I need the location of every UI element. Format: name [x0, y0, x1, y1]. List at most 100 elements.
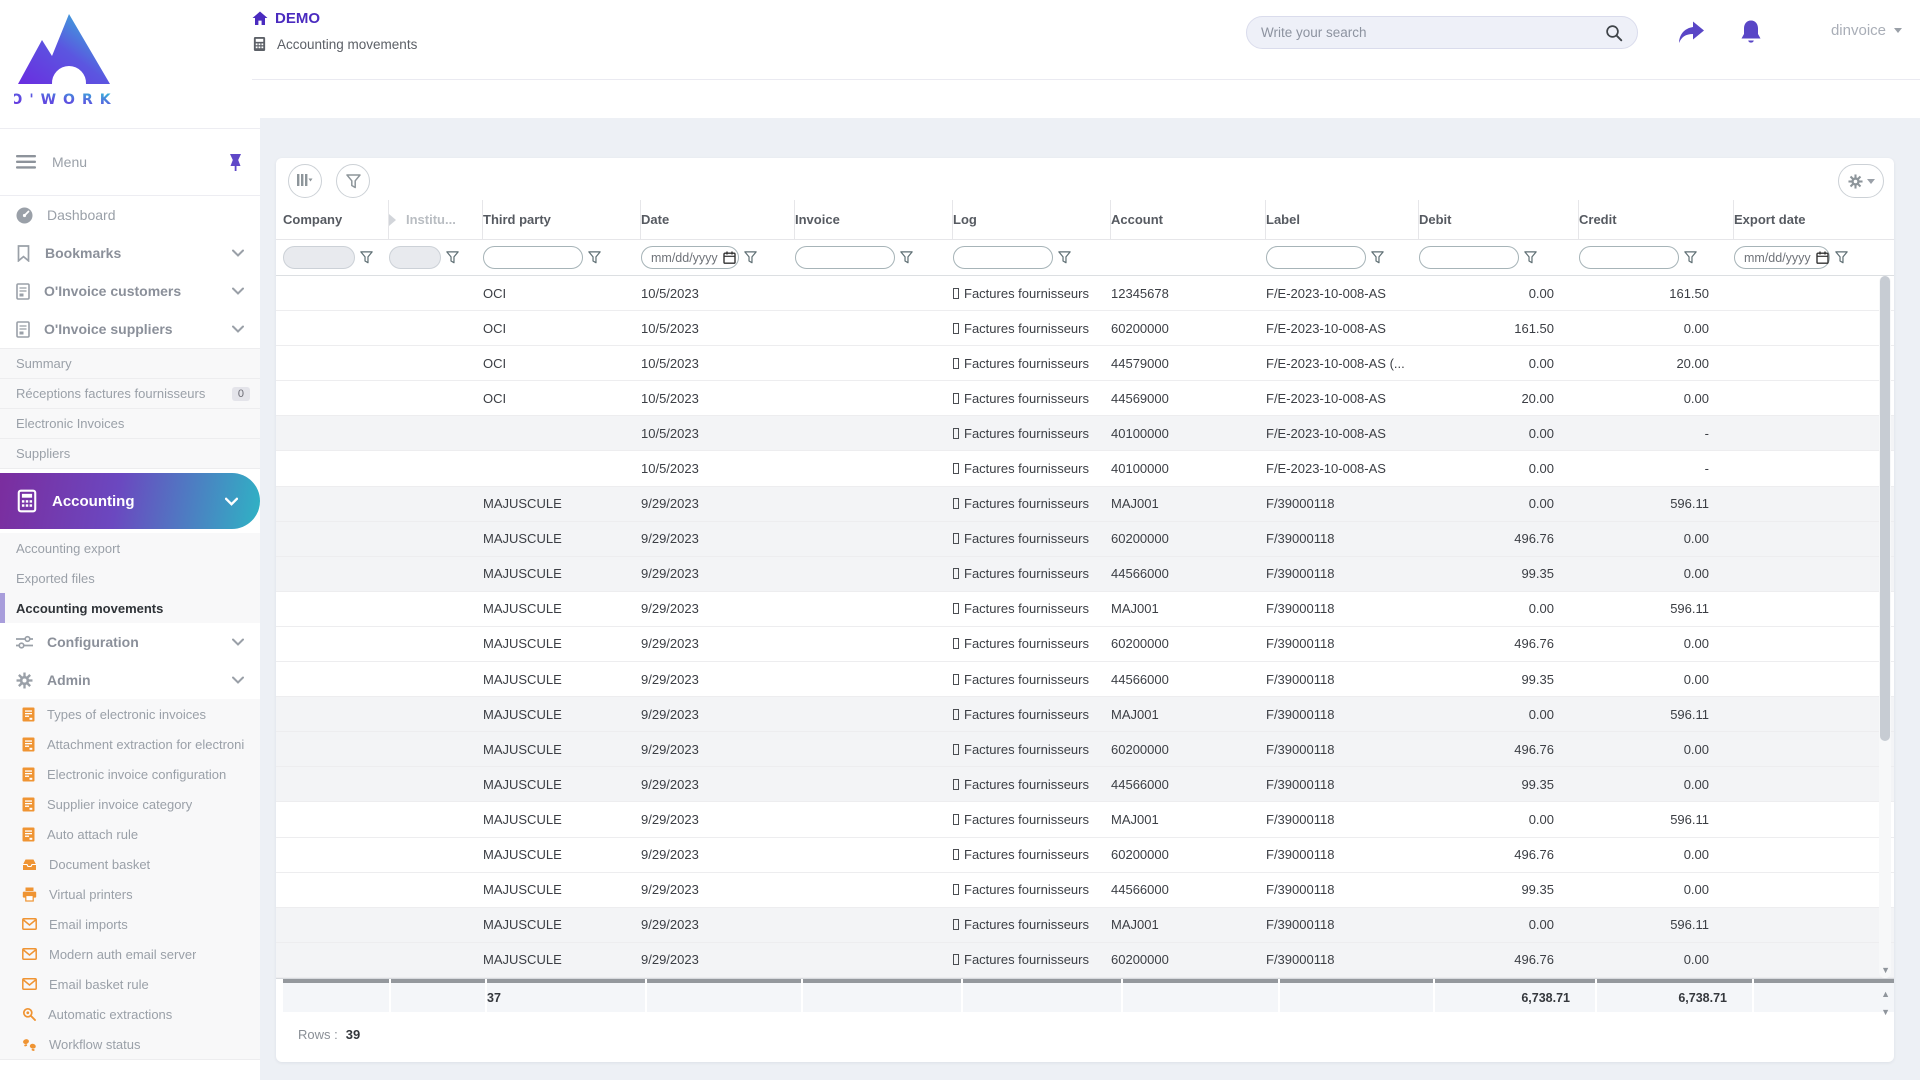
- sidebar-item-oinvoice-suppliers[interactable]: O'Invoice suppliers: [0, 310, 260, 348]
- sidebar-item-suppliers[interactable]: Suppliers: [0, 439, 260, 469]
- sidebar-item-einvoice-config[interactable]: Electronic invoice configuration: [0, 759, 260, 789]
- credit-filter-input[interactable]: [1579, 246, 1679, 269]
- table-row[interactable]: MAJUSCULE 9/29/2023 Factures fournisseurs 4…: [276, 662, 1894, 698]
- table-row[interactable]: MAJUSCULE 9/29/2023 Factures fournisseurs 6…: [276, 627, 1894, 663]
- column-header-invoice[interactable]: Invoice: [795, 200, 953, 239]
- scroll-down-icon[interactable]: ▼: [1881, 966, 1890, 975]
- share-icon[interactable]: [1676, 18, 1706, 48]
- sidebar-item-accounting[interactable]: Accounting: [0, 473, 260, 529]
- company-filter-input[interactable]: [283, 246, 355, 269]
- column-header-date[interactable]: Date: [641, 200, 795, 239]
- columns-button[interactable]: [288, 164, 322, 198]
- table-row[interactable]: MAJUSCULE 9/29/2023 Factures fournisseurs 6…: [276, 732, 1894, 768]
- sidebar-item-receptions[interactable]: Réceptions factures fournisseurs 0: [0, 379, 260, 409]
- user-menu[interactable]: dinvoice: [1831, 22, 1902, 39]
- calendar-icon[interactable]: [722, 251, 736, 264]
- funnel-icon[interactable]: [1371, 251, 1384, 264]
- filter-button[interactable]: [336, 164, 370, 198]
- pin-icon[interactable]: [227, 153, 244, 171]
- funnel-icon[interactable]: [588, 251, 601, 264]
- table-row[interactable]: MAJUSCULE 9/29/2023 Factures fournisseurs M…: [276, 907, 1894, 943]
- column-header-export-date[interactable]: Export date: [1734, 200, 1876, 239]
- scrollbar-thumb[interactable]: [1880, 276, 1890, 741]
- table-row[interactable]: MAJUSCULE 9/29/2023 Factures fournisseurs 4…: [276, 556, 1894, 592]
- table-row[interactable]: OCI 10/5/2023 Factures fournisseurs 1234567…: [276, 276, 1894, 312]
- table-row[interactable]: MAJUSCULE 9/29/2023 Factures fournisseurs M…: [276, 486, 1894, 522]
- funnel-icon[interactable]: [446, 251, 459, 264]
- table-settings-button[interactable]: [1838, 164, 1884, 198]
- vertical-scrollbar[interactable]: [1879, 276, 1891, 978]
- column-header-label[interactable]: Label: [1266, 200, 1419, 239]
- sidebar-item-types[interactable]: Types of electronic invoices: [0, 699, 260, 729]
- sidebar-item-exported-files[interactable]: Exported files: [0, 563, 260, 593]
- sidebar-item-email-imports[interactable]: Email imports: [0, 909, 260, 939]
- sidebar-item-document-basket[interactable]: Document basket: [0, 849, 260, 879]
- funnel-icon[interactable]: [1524, 251, 1537, 264]
- table-row[interactable]: MAJUSCULE 9/29/2023 Factures fournisseurs 4…: [276, 873, 1894, 908]
- table-row[interactable]: 10/5/2023 Factures fournisseurs 40100000 F/…: [276, 416, 1894, 452]
- chevron-down-icon: [232, 676, 244, 684]
- column-header-debit[interactable]: Debit: [1419, 200, 1579, 239]
- sidebar-item-email-basket[interactable]: Email basket rule: [0, 969, 260, 999]
- bell-icon[interactable]: [1736, 18, 1766, 48]
- expand-arrow-icon[interactable]: [389, 213, 396, 226]
- sidebar-item-admin[interactable]: Admin: [0, 661, 260, 699]
- sidebar-item-supplier-category[interactable]: Supplier invoice category: [0, 789, 260, 819]
- label-filter-input[interactable]: [1266, 246, 1366, 269]
- funnel-icon[interactable]: [1058, 251, 1071, 264]
- menu-toggle[interactable]: Menu: [0, 128, 260, 196]
- table-row[interactable]: MAJUSCULE 9/29/2023 Factures fournisseurs M…: [276, 802, 1894, 838]
- sidebar-item-auto-extractions[interactable]: Automatic extractions: [0, 999, 260, 1029]
- app-title[interactable]: DEMO: [275, 10, 320, 27]
- sidebar-item-accounting-export[interactable]: Accounting export: [0, 533, 260, 563]
- cell-debit: 0.00: [1528, 355, 1554, 371]
- sidebar-item-accounting-movements[interactable]: Accounting movements: [0, 593, 260, 623]
- column-header-third-party[interactable]: Third party: [483, 200, 641, 239]
- table-row[interactable]: OCI 10/5/2023 Factures fournisseurs 6020000…: [276, 311, 1894, 347]
- table-row[interactable]: MAJUSCULE 9/29/2023 Factures fournisseurs M…: [276, 592, 1894, 627]
- cell-date: 10/5/2023: [641, 285, 699, 301]
- funnel-icon[interactable]: [1835, 251, 1848, 264]
- table-row[interactable]: OCI 10/5/2023 Factures fournisseurs 4456900…: [276, 381, 1894, 417]
- invoice-filter-input[interactable]: [795, 246, 895, 269]
- table-row[interactable]: MAJUSCULE 9/29/2023 Factures fournisseurs 6…: [276, 942, 1894, 978]
- date-filter-input[interactable]: mm/dd/yyyy: [641, 246, 739, 269]
- calendar-icon[interactable]: [1815, 251, 1829, 264]
- sidebar-item-summary[interactable]: Summary: [0, 349, 260, 379]
- sidebar-item-bookmarks[interactable]: Bookmarks: [0, 234, 260, 272]
- search-input[interactable]: [1261, 25, 1605, 40]
- search-icon[interactable]: [1605, 24, 1623, 42]
- sidebar-item-dashboard[interactable]: Dashboard: [0, 196, 260, 234]
- table-row[interactable]: OCI 10/5/2023 Factures fournisseurs 4457900…: [276, 346, 1894, 382]
- column-header-log[interactable]: Log: [953, 200, 1111, 239]
- scroll-down-icon[interactable]: ▼: [1881, 1008, 1890, 1017]
- sidebar-item-oinvoice-customers[interactable]: O'Invoice customers: [0, 272, 260, 310]
- column-header-company[interactable]: Company: [283, 200, 389, 239]
- sidebar-item-auto-attach[interactable]: Auto attach rule: [0, 819, 260, 849]
- table-row[interactable]: MAJUSCULE 9/29/2023 Factures fournisseurs 6…: [276, 838, 1894, 873]
- funnel-icon[interactable]: [360, 251, 373, 264]
- funnel-icon[interactable]: [900, 251, 913, 264]
- funnel-icon[interactable]: [744, 251, 757, 264]
- sidebar-item-virtual-printers[interactable]: Virtual printers: [0, 879, 260, 909]
- sidebar-item-attachment[interactable]: Attachment extraction for electroni: [0, 729, 260, 759]
- log-filter-input[interactable]: [953, 246, 1053, 269]
- column-header-institution[interactable]: Institu...: [389, 200, 483, 239]
- export-date-filter-input[interactable]: mm/dd/yyyy: [1734, 246, 1830, 269]
- sidebar-item-configuration[interactable]: Configuration: [0, 623, 260, 661]
- table-row[interactable]: MAJUSCULE 9/29/2023 Factures fournisseurs 6…: [276, 521, 1894, 557]
- table-row[interactable]: MAJUSCULE 9/29/2023 Factures fournisseurs 4…: [276, 767, 1894, 803]
- table-row[interactable]: MAJUSCULE 9/29/2023 Factures fournisseurs M…: [276, 697, 1894, 733]
- hamburger-icon[interactable]: [16, 155, 36, 169]
- institution-filter-input[interactable]: [389, 246, 441, 269]
- scroll-up-icon[interactable]: ▲: [1881, 990, 1890, 999]
- sidebar-item-electronic-invoices[interactable]: Electronic Invoices: [0, 409, 260, 439]
- table-row[interactable]: 10/5/2023 Factures fournisseurs 40100000 F/…: [276, 451, 1894, 487]
- debit-filter-input[interactable]: [1419, 246, 1519, 269]
- funnel-icon[interactable]: [1684, 251, 1697, 264]
- column-header-credit[interactable]: Credit: [1579, 200, 1734, 239]
- column-header-account[interactable]: Account: [1111, 200, 1266, 239]
- third-party-filter-input[interactable]: [483, 246, 583, 269]
- sidebar-item-modern-auth[interactable]: Modern auth email server: [0, 939, 260, 969]
- sidebar-item-workflow-status[interactable]: Workflow status: [0, 1029, 260, 1059]
